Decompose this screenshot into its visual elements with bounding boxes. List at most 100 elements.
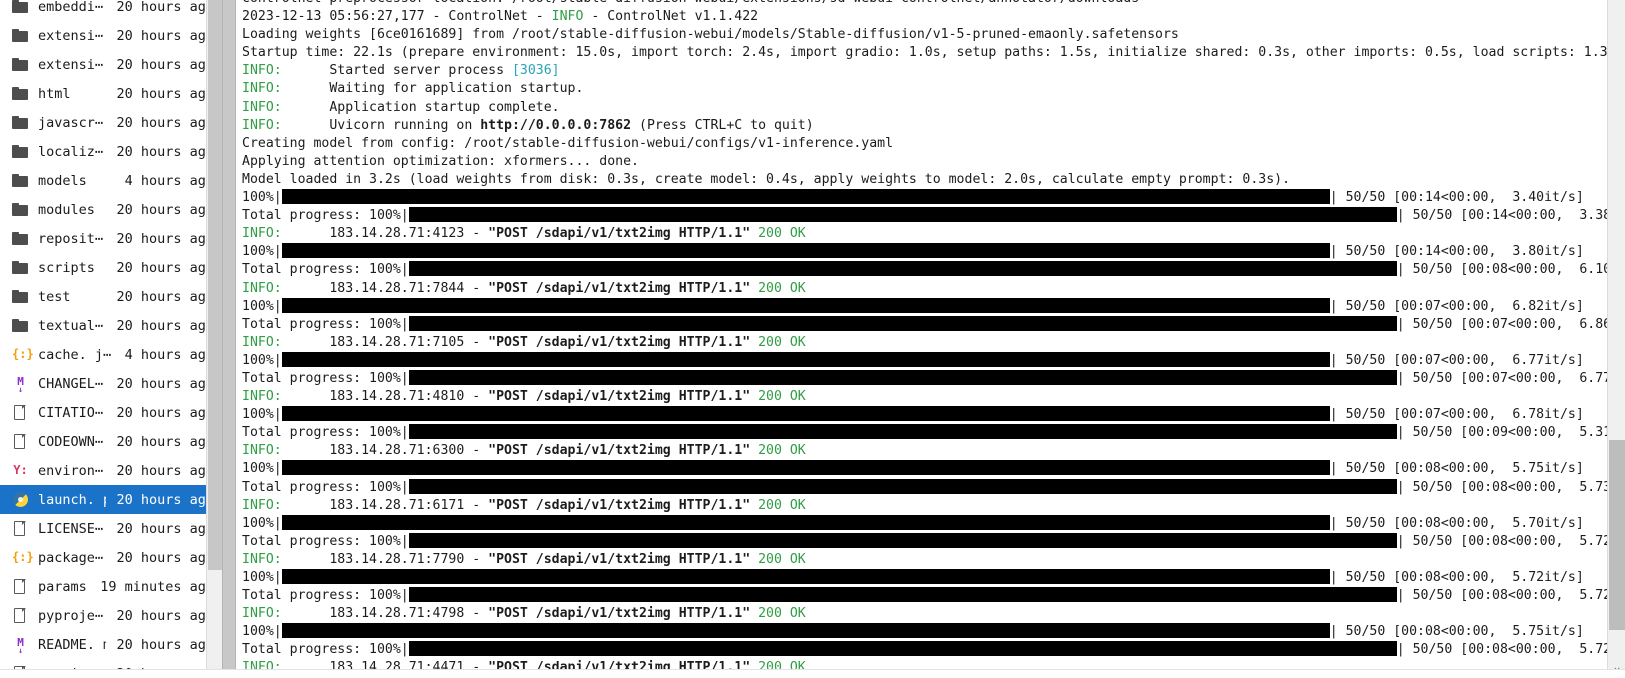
file-row[interactable]: extensi⋯ 20 hours ago xyxy=(0,21,222,50)
file-modified-time: 20 hours ago xyxy=(116,375,214,392)
file-row[interactable]: localiz⋯ 20 hours ago xyxy=(0,137,222,166)
file-modified-time: 20 hours ago xyxy=(116,27,214,44)
file-modified-time: 20 hours ago xyxy=(116,607,214,624)
file-row[interactable]: CODEOWN⋯ 20 hours ago xyxy=(0,427,222,456)
file-modified-time: 20 hours ago xyxy=(116,114,214,131)
iteration-stats: | 50/50 [00:08<00:00, 5.72it/s] xyxy=(1396,588,1625,604)
window-bottom-strip xyxy=(0,669,1625,678)
file-name: models xyxy=(38,172,87,189)
progress-bar-fill xyxy=(281,406,1330,422)
file-row[interactable]: M↓ README. md 20 hours ago xyxy=(0,630,222,659)
file-row[interactable]: embeddi⋯ 20 hours ago xyxy=(0,0,222,21)
progress-bar-fill xyxy=(281,351,1330,367)
progress-bar-fill xyxy=(281,243,1330,259)
terminal-scrollbar-thumb[interactable] xyxy=(1609,440,1625,630)
iteration-stats: | 50/50 [00:08<00:00, 5.72it/s] xyxy=(1329,570,1584,585)
file-modified-time: 20 hours ago xyxy=(116,404,214,421)
file-row[interactable]: test 20 hours ago xyxy=(0,282,222,311)
progress-percent-label: 100%| xyxy=(242,570,282,585)
progress-percent-label: Total progress: 100%| xyxy=(242,370,409,386)
progress-percent-label: Total progress: 100%| xyxy=(242,588,409,604)
sample-progress-line: 100%| | 50/50 [00:08<00:00, 5.72it/s] xyxy=(242,569,1607,587)
terminal-log-line: INFO: Started server process [3036] xyxy=(242,63,560,79)
file-name: pyproje⋯ xyxy=(38,607,104,624)
file-row[interactable]: textual⋯ 20 hours ago xyxy=(0,311,222,340)
file-row[interactable]: reposit⋯ 20 hours ago xyxy=(0,224,222,253)
file-row[interactable]: CITATIO⋯ 20 hours ago xyxy=(0,398,222,427)
file-name: params. ⋯ xyxy=(38,578,91,595)
file-modified-time: 20 hours ago xyxy=(116,201,214,218)
progress-percent-label: 100%| xyxy=(242,244,282,260)
terminal-log-line: INFO: Application startup complete. xyxy=(242,99,560,115)
terminal-log-line: INFO: Waiting for application startup. xyxy=(242,81,584,97)
progress-percent-label: Total progress: 100%| xyxy=(242,533,409,549)
total-progress-line: Total progress: 100%| | 50/50 [00:08<00:0… xyxy=(242,641,1625,659)
progress-percent-label: 100%| xyxy=(242,190,282,206)
yaml-file-icon: Y: xyxy=(13,463,28,477)
file-row[interactable]: pyproje⋯ 20 hours ago xyxy=(0,601,222,630)
markdown-file-icon: M ↓ xyxy=(17,375,24,394)
iteration-stats: | 50/50 [00:08<00:00, 5.72it/s] xyxy=(1396,642,1625,658)
file-row[interactable]: extensi⋯ 20 hours ago xyxy=(0,50,222,79)
sample-progress-line: 100%| | 50/50 [00:14<00:00, 3.40it/s] xyxy=(242,189,1607,207)
file-name: CODEOWN⋯ xyxy=(38,433,104,450)
file-row[interactable]: launch. py 20 hours ago xyxy=(0,485,222,514)
file-row[interactable]: scripts 20 hours ago xyxy=(0,253,222,282)
file-row[interactable]: Y: environ⋯ 20 hours ago xyxy=(0,456,222,485)
sidebar-scrollbar-thumb[interactable] xyxy=(208,0,222,570)
file-row[interactable]: params. ⋯ 19 minutes ago xyxy=(0,572,222,601)
folder-icon xyxy=(12,85,29,102)
file-row[interactable]: modules 20 hours ago xyxy=(0,195,222,224)
file-modified-time: 20 hours ago xyxy=(116,462,214,479)
terminal-log-line: Loading weights [6ce0161689] from /root/… xyxy=(242,27,1179,43)
terminal-request-line: INFO: 183.14.28.71:4123 - "POST /sdapi/v… xyxy=(242,226,806,242)
iteration-stats: | 50/50 [00:07<00:00, 6.78it/s] xyxy=(1329,407,1584,423)
iteration-stats: | 50/50 [00:14<00:00, 3.38it/s] xyxy=(1396,208,1625,224)
progress-bar-fill xyxy=(281,623,1330,639)
file-row[interactable]: models 4 hours ago xyxy=(0,166,222,195)
app-window: embeddi⋯ 20 hours ago extensi⋯ 20 hours ago… xyxy=(0,0,1625,678)
iteration-stats: | 50/50 [00:09<00:00, 5.31it/s] xyxy=(1396,425,1625,441)
progress-bar-fill xyxy=(408,261,1397,277)
progress-bar-fill xyxy=(281,460,1330,476)
file-row[interactable]: javascr⋯ 20 hours ago xyxy=(0,108,222,137)
file-row[interactable]: {:} cache. j⋯ 4 hours ago xyxy=(0,340,222,369)
file-name: test xyxy=(38,288,71,305)
file-name: html xyxy=(38,85,71,102)
progress-bar-fill xyxy=(408,207,1397,223)
json-file-icon: {:} xyxy=(12,347,34,361)
file-modified-time: 4 hours ago xyxy=(124,172,214,189)
terminal-scrollbar[interactable]: ⌄ xyxy=(1607,0,1625,678)
terminal-request-line: INFO: 183.14.28.71:6171 - "POST /sdapi/v… xyxy=(242,497,806,513)
folder-icon xyxy=(12,27,29,44)
file-row[interactable]: html 20 hours ago xyxy=(0,79,222,108)
iteration-stats: | 50/50 [00:07<00:00, 6.77it/s] xyxy=(1329,352,1584,368)
file-row[interactable]: M ↓ CHANGEL⋯ 20 hours ago xyxy=(0,369,222,398)
progress-bar-fill xyxy=(408,532,1397,548)
progress-percent-label: Total progress: 100%| xyxy=(242,316,409,332)
folder-icon xyxy=(12,201,29,218)
folder-icon xyxy=(12,317,29,334)
file-row[interactable]: {:} package⋯ 20 hours ago xyxy=(0,543,222,572)
sidebar-scrollbar[interactable]: ⌄ xyxy=(206,0,222,678)
file-modified-time: 20 hours ago xyxy=(116,520,214,537)
file-list[interactable]: embeddi⋯ 20 hours ago extensi⋯ 20 hours ago… xyxy=(0,0,222,678)
progress-percent-label: 100%| xyxy=(242,352,282,368)
file-explorer-sidebar[interactable]: embeddi⋯ 20 hours ago extensi⋯ 20 hours ago… xyxy=(0,0,222,678)
total-progress-line: Total progress: 100%| | 50/50 [00:08<00:0… xyxy=(242,587,1625,605)
file-row[interactable]: LICENSE⋯ 20 hours ago xyxy=(0,514,222,543)
file-modified-time: 19 minutes ago xyxy=(100,578,214,595)
text-file-icon xyxy=(12,404,29,421)
progress-bar-fill xyxy=(408,587,1397,603)
progress-percent-label: Total progress: 100%| xyxy=(242,425,409,441)
terminal-log-line: 2023-12-13 05:56:27,177 - ControlNet - I… xyxy=(242,9,759,25)
terminal-panel[interactable]: controlnet preprocessor location: /root/… xyxy=(236,0,1625,678)
folder-icon xyxy=(12,143,29,160)
file-modified-time: 20 hours ago xyxy=(116,317,214,334)
terminal-output: controlnet preprocessor location: /root/… xyxy=(242,0,1625,678)
panel-divider[interactable] xyxy=(222,0,236,678)
file-modified-time: 4 hours ago xyxy=(124,346,214,363)
iteration-stats: | 50/50 [00:14<00:00, 3.40it/s] xyxy=(1329,190,1584,206)
sample-progress-line: 100%| | 50/50 [00:07<00:00, 6.82it/s] xyxy=(242,297,1607,316)
terminal-request-line: INFO: 183.14.28.71:7790 - "POST /sdapi/v… xyxy=(242,551,806,567)
